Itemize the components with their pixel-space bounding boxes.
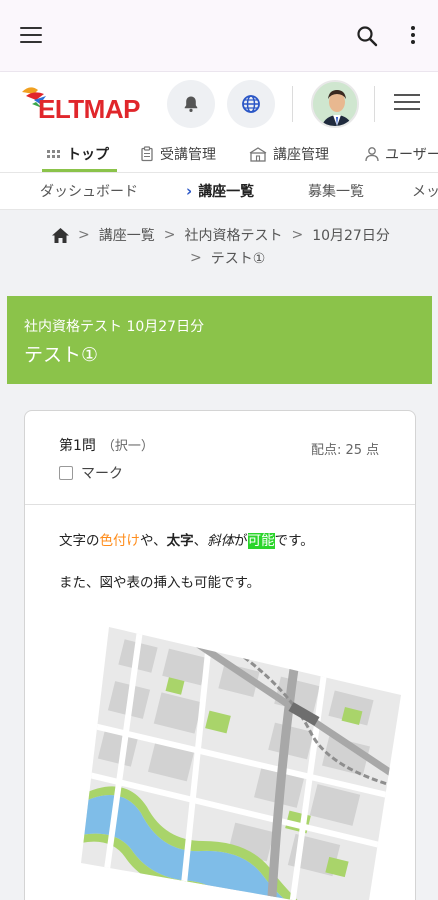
subnav-item-label: 募集一覧 (308, 184, 364, 200)
breadcrumb-separator: > (291, 227, 304, 243)
colored-text: 色付け (99, 533, 141, 549)
browser-appbar (0, 0, 438, 72)
text-span: 、 (193, 533, 208, 549)
subnav-item-label: メッ (412, 184, 438, 200)
question-points: 配点: 25 点 (311, 443, 380, 458)
map-illustration (81, 627, 401, 900)
more-vert-icon[interactable] (409, 26, 417, 46)
grid-icon (47, 150, 60, 158)
breadcrumb-item-course-list[interactable]: 講座一覧 (99, 225, 155, 245)
bold-text: 太字 (166, 533, 194, 549)
clipboard-icon (141, 146, 153, 162)
text-span: 文字の (59, 533, 100, 549)
nav-item-label: 受講管理 (160, 147, 216, 163)
search-icon[interactable] (356, 25, 378, 47)
highlighted-text: 可能 (247, 533, 275, 549)
bell-icon (184, 96, 198, 112)
hamburger-menu-icon[interactable] (394, 94, 420, 114)
mark-checkbox[interactable]: マーク (59, 463, 123, 483)
test-title-banner: 社内資格テスト 10月27日分 テスト① (7, 296, 432, 384)
notifications-button[interactable] (167, 80, 215, 128)
question-number-label: 第1問 (59, 438, 96, 454)
subnav-item-messages[interactable]: メッ (412, 173, 438, 209)
site-logo[interactable]: ELTMAP (20, 80, 160, 124)
breadcrumb-separator: > (163, 227, 176, 243)
breadcrumb-separator: > (190, 250, 202, 266)
globe-icon (242, 95, 260, 113)
header-divider (374, 86, 375, 122)
site-header: ELTMAP トップ 受講管理 講座管理 ユーザー (0, 72, 438, 172)
menu-icon[interactable] (20, 27, 42, 45)
breadcrumb-item-course[interactable]: 社内資格テスト (184, 225, 282, 245)
nav-item-users[interactable]: ユーザー (364, 136, 438, 172)
question-card: 第1問 （択一） 配点: 25 点 マーク 文字の色付けや、太字、斜体が可能です。… (24, 410, 416, 900)
question-number: 第1問 （択一） (59, 435, 154, 455)
breadcrumb-item-current: テスト① (210, 251, 266, 267)
question-text-line: 文字の色付けや、太字、斜体が可能です。 (59, 529, 314, 549)
question-text-line: また、図や表の挿入も可能です。 (59, 575, 261, 591)
italic-text: 斜体 (207, 533, 235, 549)
school-icon (249, 147, 267, 162)
question-body: 文字の色付けや、太字、斜体が可能です。 また、図や表の挿入も可能です。 (59, 529, 314, 613)
chevron-right-icon: › (186, 182, 193, 200)
nav-item-label: ユーザー (385, 147, 438, 163)
breadcrumb-item-session[interactable]: 10月27日分 (312, 225, 390, 245)
nav-item-courses[interactable]: 講座管理 (248, 136, 329, 172)
logo-text: ELTMAP (38, 94, 140, 124)
subnav-item-dashboard[interactable]: ダッシュボード (40, 173, 138, 209)
text-span: や、 (140, 533, 167, 549)
banner-subtitle: 社内資格テスト 10月27日分 (24, 319, 205, 335)
mark-label: マーク (81, 466, 123, 482)
user-icon (365, 147, 379, 162)
text-span: です。 (274, 533, 314, 549)
main-nav: トップ 受講管理 講座管理 ユーザー (0, 136, 438, 172)
subnav-item-label: ダッシュボード (40, 184, 138, 200)
subnav-item-course-list[interactable]: › 講座一覧 (186, 173, 254, 209)
nav-item-label: トップ (67, 147, 109, 163)
nav-item-attendance[interactable]: 受講管理 (139, 136, 216, 172)
header-divider (292, 86, 293, 122)
language-button[interactable] (227, 80, 275, 128)
question-header: 第1問 （択一） 配点: 25 点 マーク (25, 411, 415, 505)
sub-nav: ダッシュボード › 講座一覧 募集一覧 メッ (0, 172, 438, 210)
checkbox-icon[interactable] (59, 466, 73, 480)
home-icon[interactable] (52, 227, 69, 243)
page-title: テスト① (24, 344, 99, 366)
subnav-item-recruitment[interactable]: 募集一覧 (308, 173, 364, 209)
breadcrumb-separator: > (78, 227, 90, 243)
user-portrait-icon (313, 82, 357, 126)
text-span: が (234, 533, 248, 549)
subnav-item-label: 講座一覧 (198, 184, 255, 200)
nav-item-top[interactable]: トップ (42, 136, 117, 172)
nav-item-label: 講座管理 (273, 147, 329, 163)
question-kind: （択一） (101, 439, 154, 454)
avatar[interactable] (311, 80, 359, 128)
